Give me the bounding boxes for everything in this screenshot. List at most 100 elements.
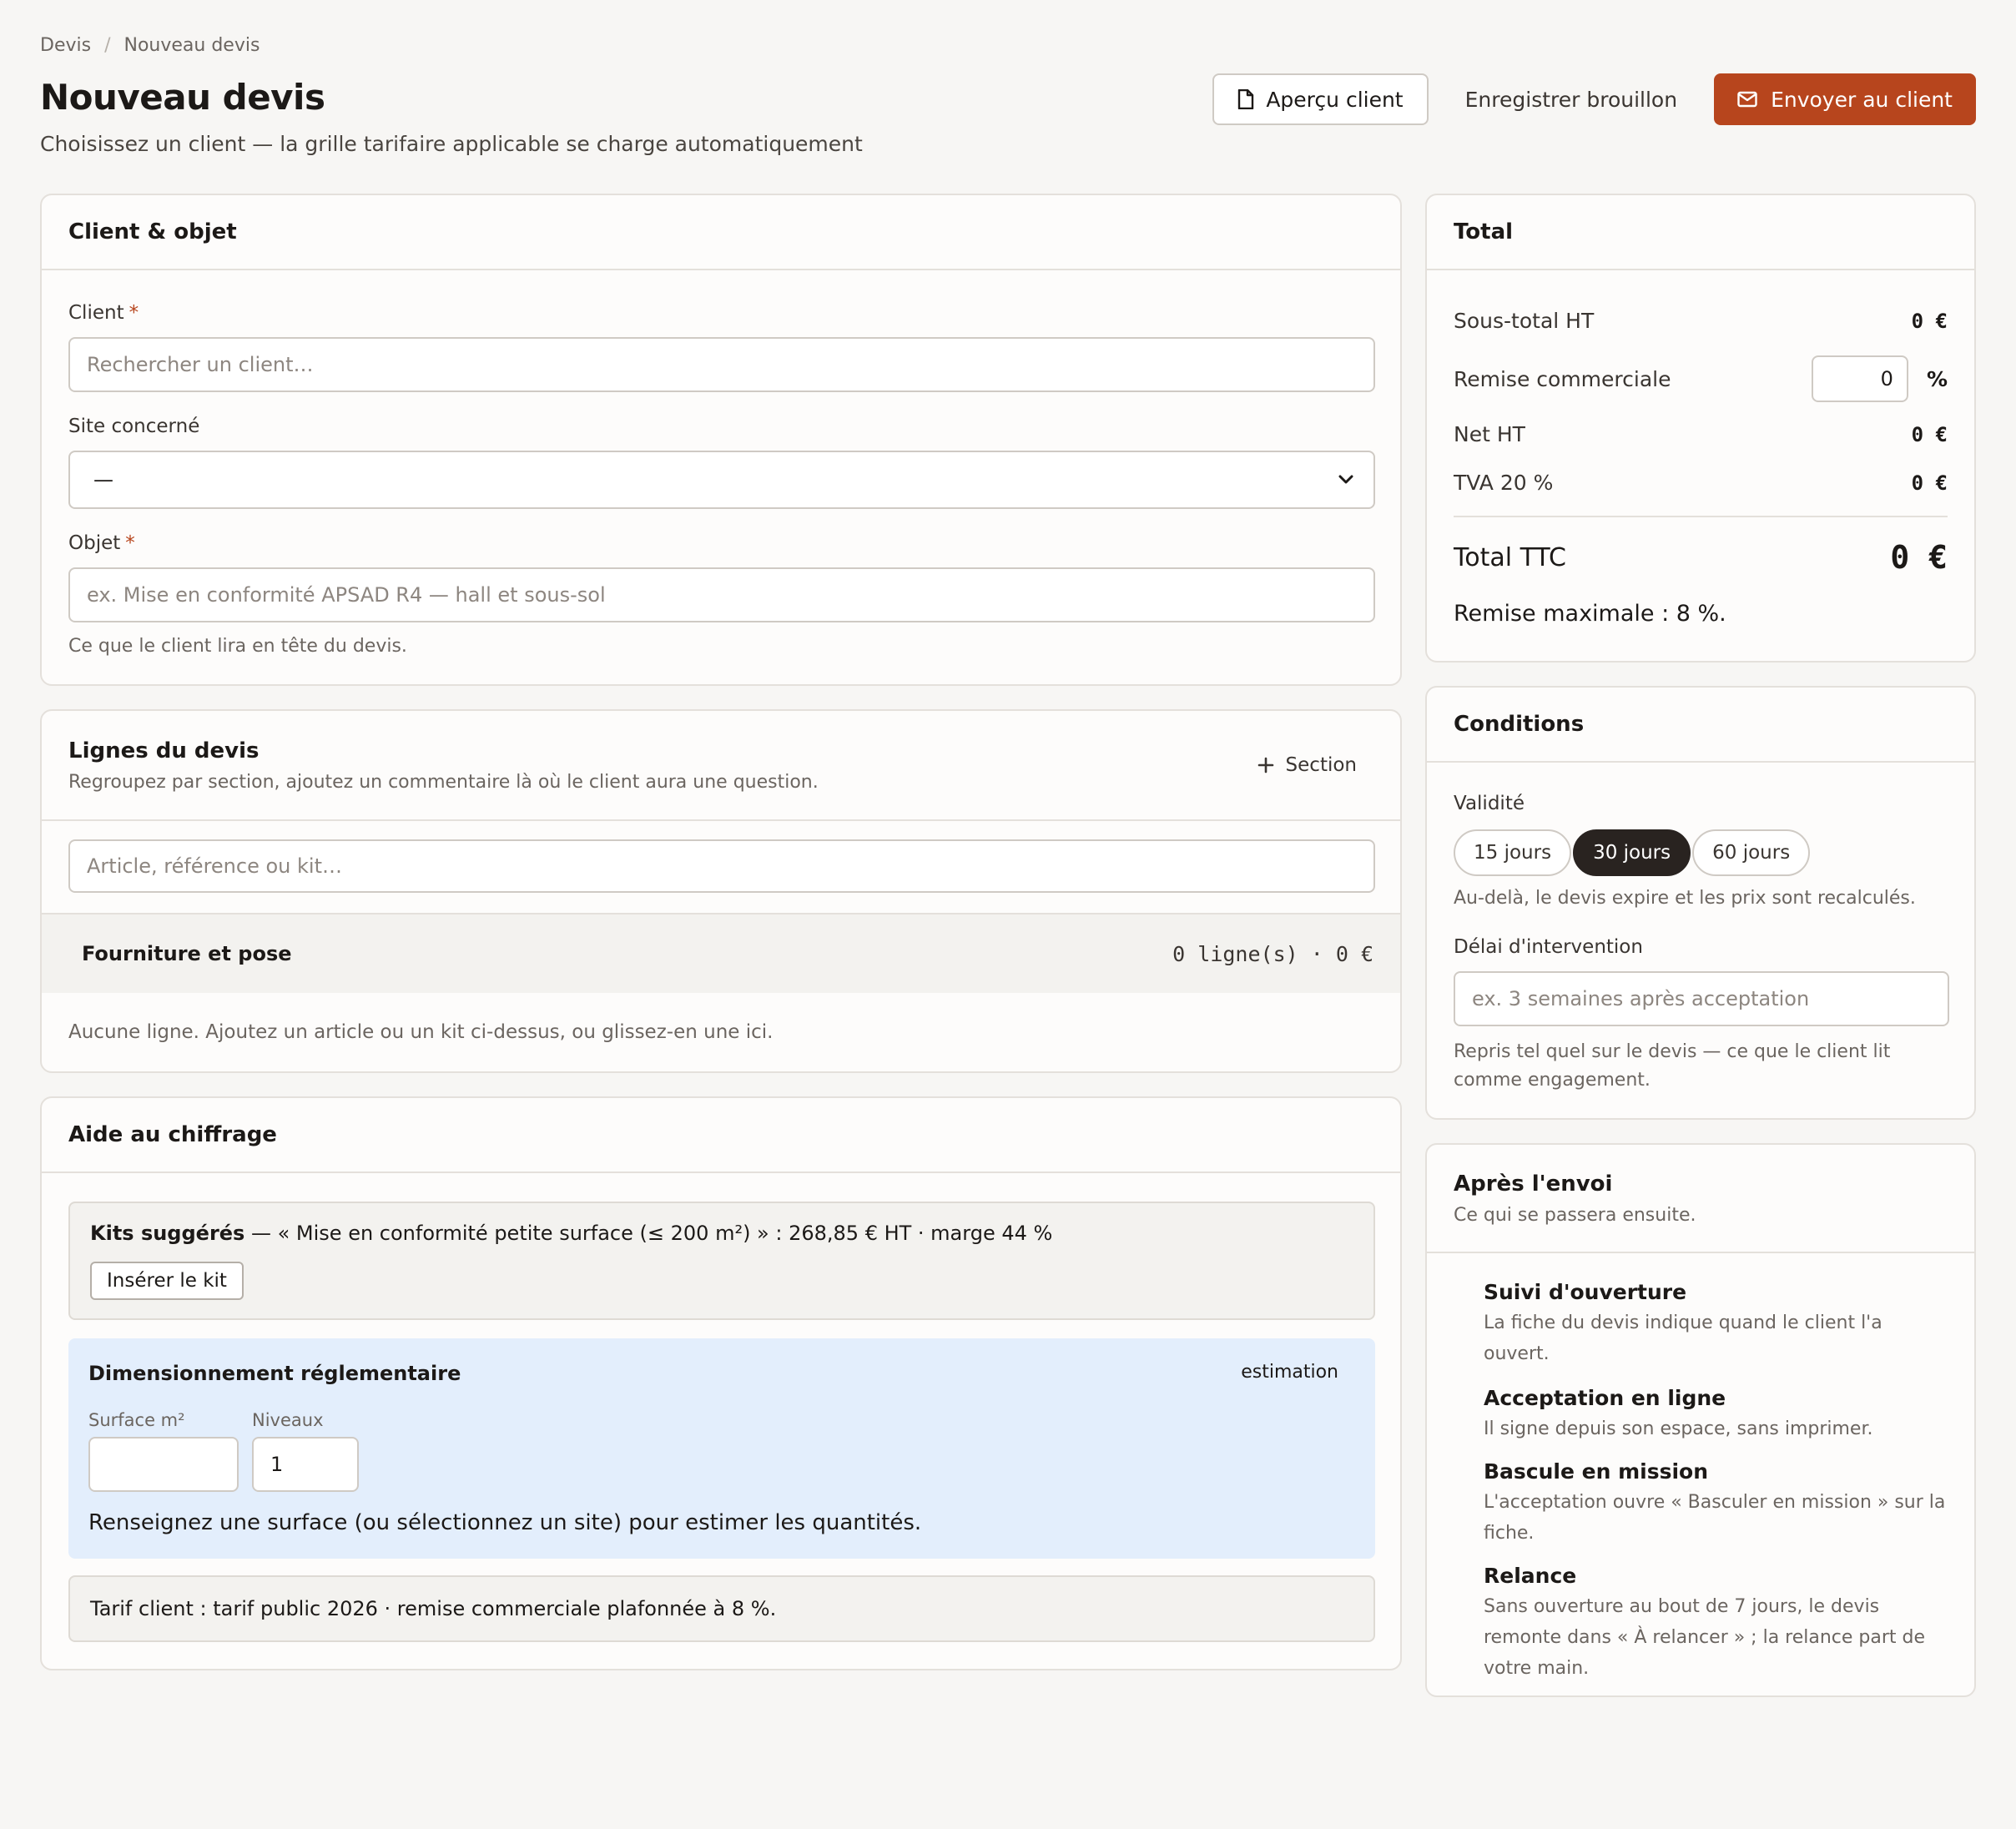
ttc-label: Total TTC xyxy=(1454,542,1566,572)
breadcrumb-current: Nouveau devis xyxy=(123,35,260,56)
site-label: Site concerné xyxy=(68,416,200,437)
delay-input[interactable]: ex. 3 semaines après acceptation xyxy=(1454,971,1949,1026)
net-value: 0 € xyxy=(1911,422,1948,446)
estimation-badge: estimation xyxy=(1241,1362,1338,1383)
page-title: Nouveau devis xyxy=(40,77,325,118)
preview-client-button[interactable]: Aperçu client xyxy=(1212,73,1429,125)
discount-row: Remise commerciale 0 % xyxy=(1454,355,1948,402)
vat-label: TVA 20 % xyxy=(1454,471,1554,495)
step-title: Relance xyxy=(1484,1564,1577,1588)
step-item: Suivi d'ouverture La fiche du devis indi… xyxy=(1484,1280,1951,1369)
net-label: Net HT xyxy=(1454,422,1525,446)
subtotal-value: 0 € xyxy=(1911,309,1948,333)
validity-option-30[interactable]: 30 jours xyxy=(1573,829,1691,876)
conditions-card: Conditions Validité 15 jours 30 jours 60… xyxy=(1425,686,1976,1120)
site-select-value: — xyxy=(93,468,113,491)
mail-icon xyxy=(1737,91,1757,108)
required-mark: * xyxy=(125,532,135,554)
totals-divider xyxy=(1454,516,1948,517)
discount-label: Remise commerciale xyxy=(1454,366,1671,391)
step-text: La fiche du devis indique quand le clien… xyxy=(1484,1313,1882,1364)
step-text: Sans ouverture au bout de 7 jours, le de… xyxy=(1484,1596,1926,1679)
step-title: Suivi d'ouverture xyxy=(1484,1280,1687,1304)
breadcrumb: Devis / Nouveau devis xyxy=(40,35,260,56)
suggested-kits-box: Kits suggérés — « Mise en conformité pet… xyxy=(68,1202,1375,1320)
suggested-kits-text: Kits suggérés — « Mise en conformité pet… xyxy=(90,1222,1052,1245)
page-subtitle: Choisissez un client — la grille tarifai… xyxy=(40,132,863,156)
site-select[interactable]: — xyxy=(68,451,1375,509)
suggested-kits-label: Kits suggérés xyxy=(90,1222,245,1245)
client-label: Client * xyxy=(68,302,139,324)
after-send-description: Ce qui se passera ensuite. xyxy=(1454,1204,1696,1226)
discount-input[interactable]: 0 xyxy=(1811,355,1908,402)
subtotal-row: Sous-total HT 0 € xyxy=(1454,309,1948,333)
document-icon xyxy=(1238,89,1254,109)
quote-lines-card: Lignes du devis Regroupez par section, a… xyxy=(40,709,1402,1073)
client-object-title: Client & objet xyxy=(68,219,237,244)
step-title: Acceptation en ligne xyxy=(1484,1386,1726,1410)
total-title: Total xyxy=(1454,219,1514,244)
empty-lines-text: Aucune ligne. Ajoutez un article ou un k… xyxy=(68,1021,774,1043)
pricing-help-title: Aide au chiffrage xyxy=(68,1122,277,1147)
net-row: Net HT 0 € xyxy=(1454,422,1948,446)
breadcrumb-devis-link[interactable]: Devis xyxy=(40,35,91,56)
validity-hint: Au-delà, le devis expire et les prix son… xyxy=(1454,888,1916,909)
preview-client-label: Aperçu client xyxy=(1266,87,1404,112)
add-section-button[interactable]: Section xyxy=(1241,754,1373,776)
object-input[interactable]: ex. Mise en conformité APSAD R4 — hall e… xyxy=(68,567,1375,622)
validity-option-60[interactable]: 60 jours xyxy=(1692,829,1811,876)
plus-icon xyxy=(1257,757,1273,773)
quote-lines-description: Regroupez par section, ajoutez un commen… xyxy=(68,771,819,793)
breadcrumb-separator: / xyxy=(104,35,111,56)
delay-hint: Repris tel quel sur le devis — ce que le… xyxy=(1454,1041,1891,1091)
step-item: Bascule en mission L'acceptation ouvre «… xyxy=(1484,1459,1951,1549)
add-section-label: Section xyxy=(1285,754,1357,776)
pricing-help-card: Aide au chiffrage Kits suggérés — « Mise… xyxy=(40,1096,1402,1670)
section-summary: 0 ligne(s) · 0 € xyxy=(1172,941,1373,966)
total-card: Total Sous-total HT 0 € Remise commercia… xyxy=(1425,194,1976,663)
delay-label: Délai d'intervention xyxy=(1454,936,1643,958)
discount-unit: % xyxy=(1926,366,1948,391)
max-discount-text: Remise maximale : 8 %. xyxy=(1454,601,1726,627)
step-text: Il signe depuis son espace, sans imprime… xyxy=(1484,1418,1873,1439)
step-item: Relance Sans ouverture au bout de 7 jour… xyxy=(1484,1564,1951,1684)
sizing-box: Dimensionnement réglementaire estimation… xyxy=(68,1338,1375,1559)
sizing-title: Dimensionnement réglementaire xyxy=(88,1362,461,1385)
article-search-input[interactable]: Article, référence ou kit… xyxy=(68,839,1375,893)
object-label: Objet * xyxy=(68,532,135,554)
send-to-client-button[interactable]: Envoyer au client xyxy=(1714,73,1976,125)
after-send-title: Après l'envoi xyxy=(1454,1171,1613,1197)
step-title: Bascule en mission xyxy=(1484,1459,1709,1484)
surface-input[interactable] xyxy=(88,1437,239,1492)
tariff-info-box: Tarif client : tarif public 2026 · remis… xyxy=(68,1575,1375,1642)
save-draft-button[interactable]: Enregistrer brouillon xyxy=(1449,73,1694,125)
quote-lines-title: Lignes du devis xyxy=(68,738,260,763)
ttc-value: 0 € xyxy=(1890,539,1948,576)
section-header-row[interactable]: Fourniture et pose 0 ligne(s) · 0 € xyxy=(42,913,1400,993)
levels-label: Niveaux xyxy=(252,1410,324,1430)
surface-label: Surface m² xyxy=(88,1410,185,1430)
validity-options: 15 jours 30 jours 60 jours xyxy=(1454,829,1811,876)
after-send-card: Après l'envoi Ce qui se passera ensuite.… xyxy=(1425,1143,1976,1697)
conditions-title: Conditions xyxy=(1454,712,1585,737)
subtotal-label: Sous-total HT xyxy=(1454,309,1595,333)
sizing-hint: Renseignez une surface (ou sélectionnez … xyxy=(88,1510,922,1535)
section-name: Fourniture et pose xyxy=(82,942,292,965)
object-hint: Ce que le client lira en tête du devis. xyxy=(68,636,407,657)
step-item: Acceptation en ligne Il signe depuis son… xyxy=(1484,1386,1951,1444)
suggested-kit-description: — « Mise en conformité petite surface (≤… xyxy=(244,1222,1053,1245)
levels-input[interactable]: 1 xyxy=(252,1437,359,1492)
client-search-input[interactable]: Rechercher un client… xyxy=(68,337,1375,392)
validity-option-15[interactable]: 15 jours xyxy=(1454,829,1572,876)
header-actions: Aperçu client Enregistrer brouillon Envo… xyxy=(1212,73,1976,125)
client-object-card: Client & objet Client * Rechercher un cli… xyxy=(40,194,1402,686)
chevron-down-icon xyxy=(1338,475,1353,484)
validity-label: Validité xyxy=(1454,793,1525,814)
ttc-row: Total TTC 0 € xyxy=(1454,539,1948,576)
required-mark: * xyxy=(129,302,139,324)
vat-value: 0 € xyxy=(1911,471,1948,495)
step-text: L'acceptation ouvre « Basculer en missio… xyxy=(1484,1492,1946,1544)
send-to-client-label: Envoyer au client xyxy=(1771,87,1953,112)
insert-kit-button[interactable]: Insérer le kit xyxy=(90,1262,244,1300)
vat-row: TVA 20 % 0 € xyxy=(1454,471,1948,495)
